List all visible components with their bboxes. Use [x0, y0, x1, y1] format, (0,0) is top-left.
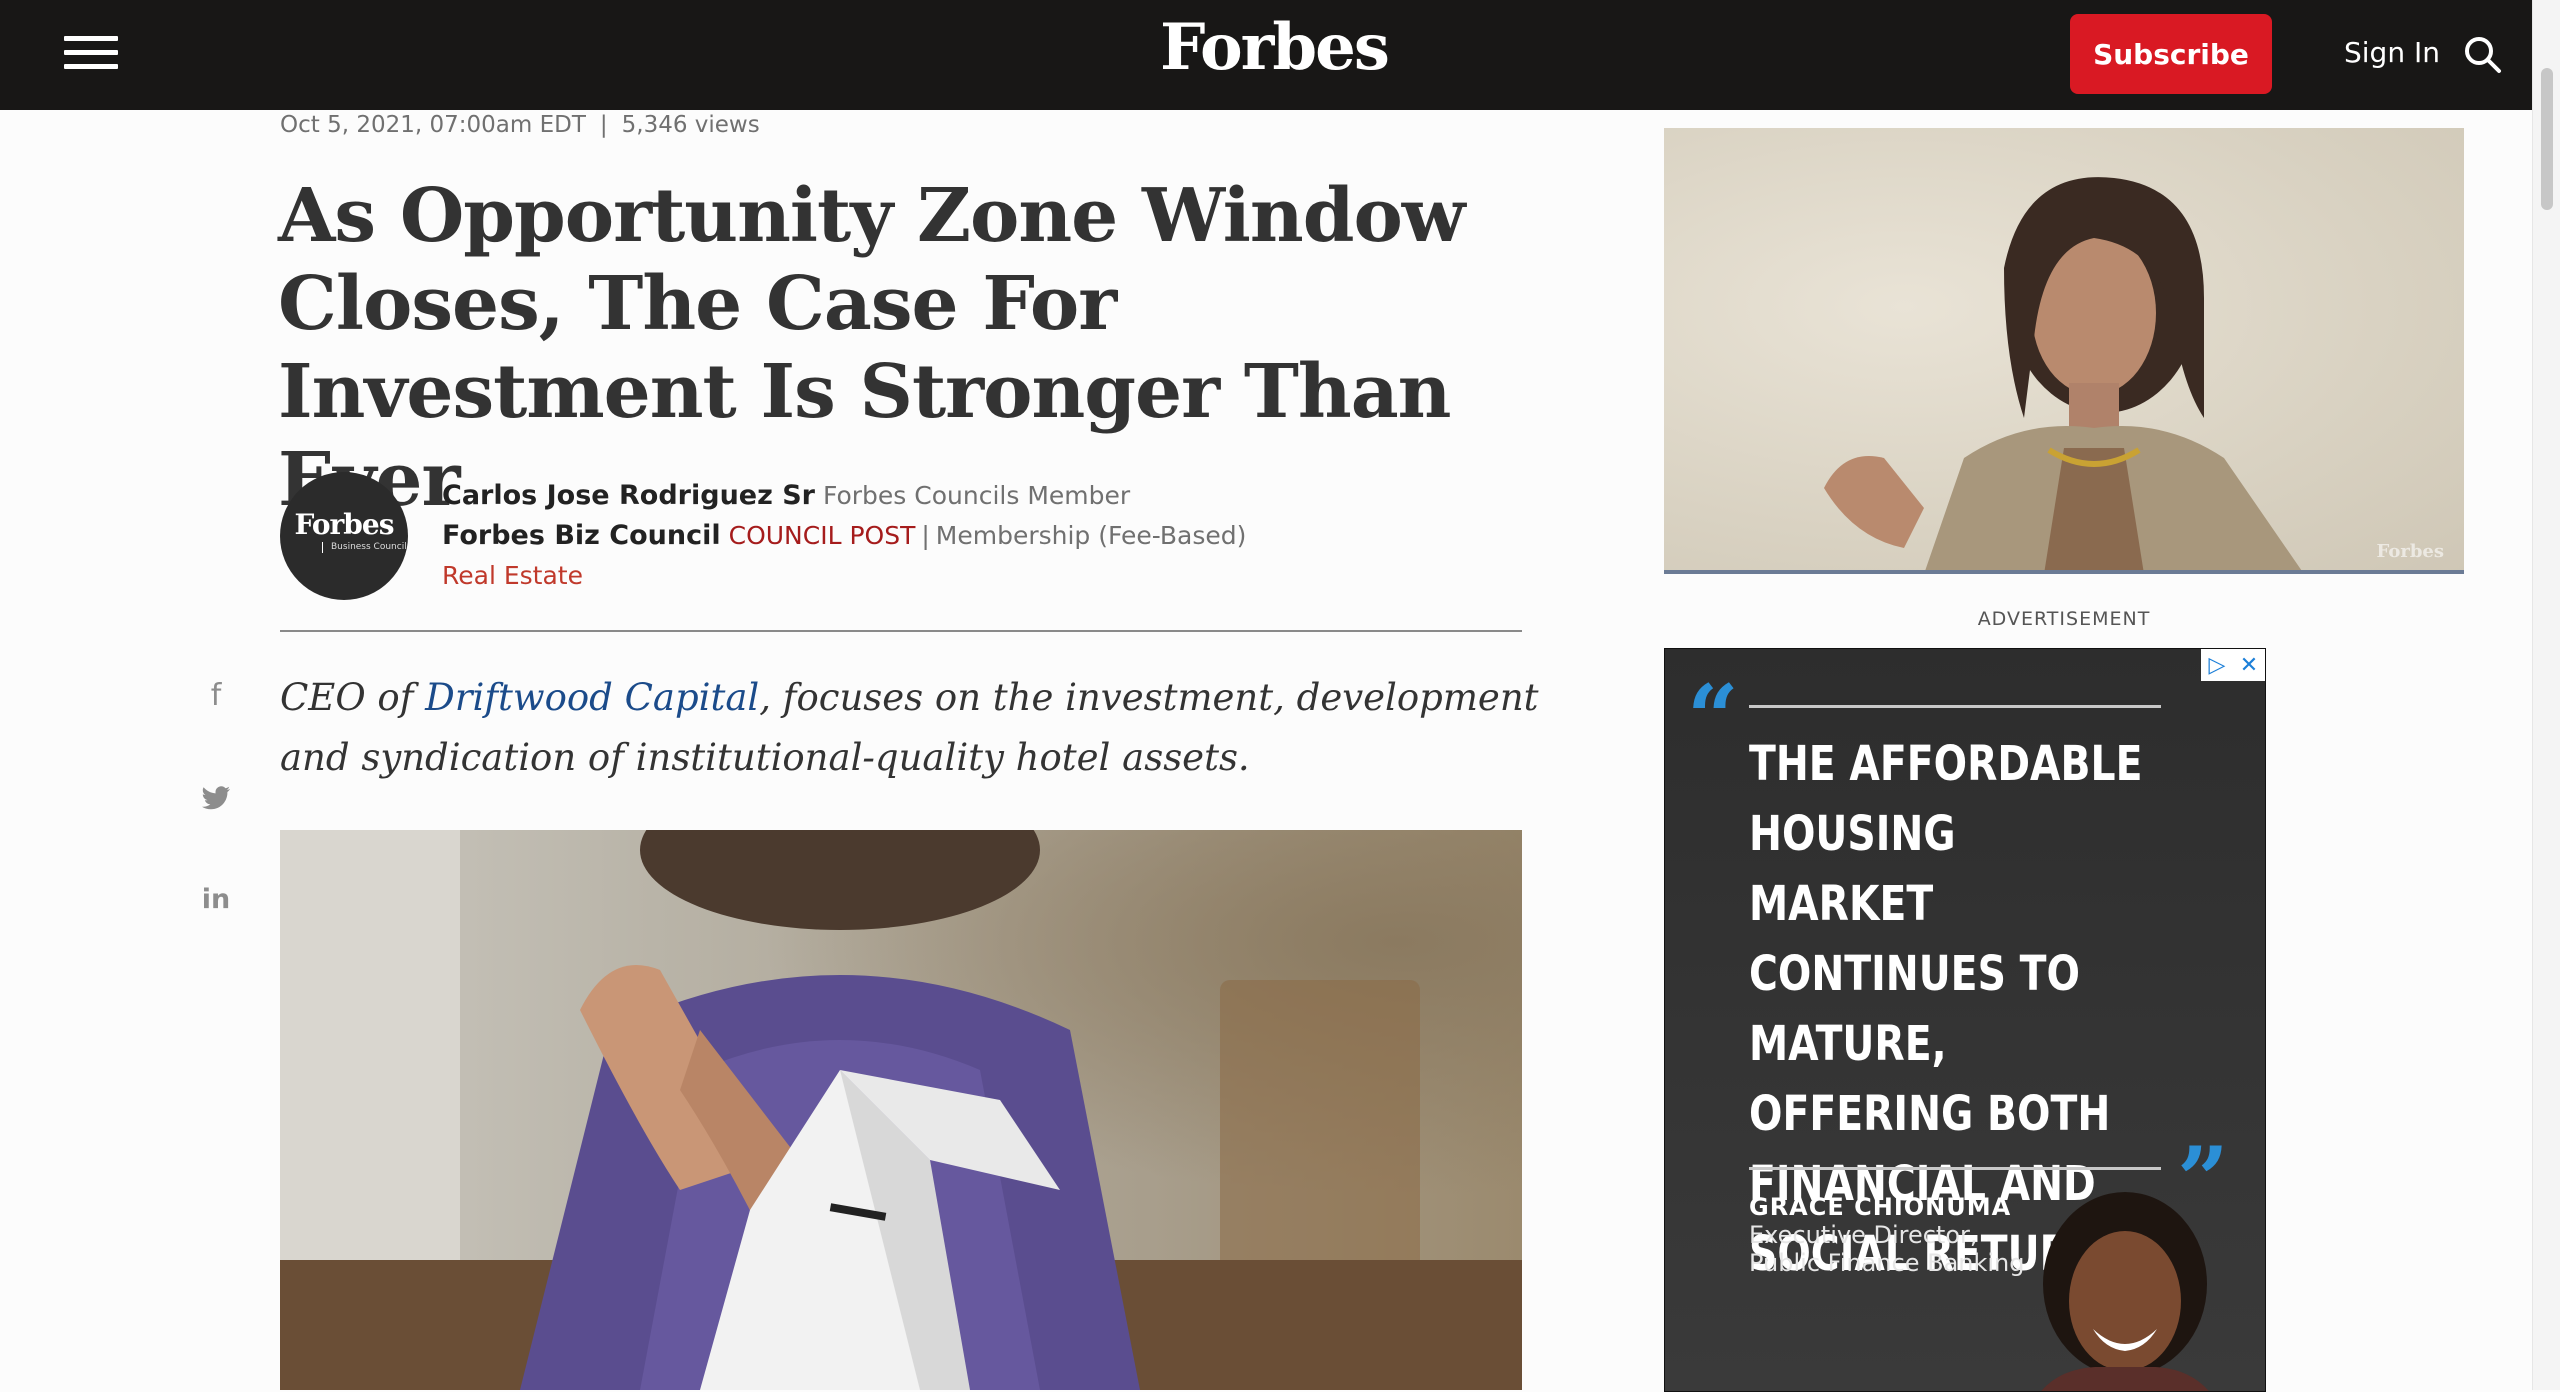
ad-person-photo [2041, 1192, 2209, 1391]
subscribe-button[interactable]: Subscribe [2070, 14, 2272, 94]
advertisement-label: ADVERTISEMENT [1977, 608, 2151, 630]
menu-icon[interactable] [64, 36, 118, 72]
ad-person-org: Public Finance Banking [1749, 1249, 2025, 1277]
hero-illustration [280, 830, 1522, 1390]
author-bio: CEO of Driftwood Capital, focuses on the… [280, 668, 1540, 788]
forbes-logo[interactable]: Forbes [1160, 10, 1390, 85]
twitter-share-icon[interactable] [200, 782, 232, 814]
ad-choices[interactable]: ▷ ✕ [2201, 649, 2265, 681]
avatar-subtext: Business Council [322, 542, 407, 553]
top-navigation-bar: Forbes Subscribe Sign In [0, 0, 2532, 110]
article-meta: Oct 5, 2021, 07:00am EDT | 5,346 views [280, 112, 760, 138]
author-name[interactable]: Carlos Jose Rodriguez Sr [442, 480, 815, 511]
ad-info-icon[interactable]: ▷ [2201, 649, 2233, 681]
page-scrollbar[interactable] [2532, 0, 2560, 1390]
facebook-share-icon[interactable]: f [200, 678, 232, 713]
council-post-badge: COUNCIL POST [728, 521, 916, 550]
ad-bottom-rule [1749, 1167, 2161, 1170]
byline-divider [280, 630, 1522, 632]
scrollbar-thumb[interactable] [2541, 68, 2553, 210]
author-role: Forbes Councils Member [822, 481, 1131, 510]
sign-in-link[interactable]: Sign In [2344, 36, 2440, 69]
video-progress-bar[interactable] [1664, 570, 2464, 574]
article-hero-image [280, 830, 1522, 1390]
driftwood-capital-link[interactable]: Driftwood Capital [425, 676, 759, 719]
ad-top-rule [1749, 705, 2161, 708]
membership-note: Membership (Fee-Based) [935, 521, 1247, 550]
video-frame [1824, 177, 2304, 574]
linkedin-share-icon[interactable]: in [200, 884, 232, 916]
byline-separator: | [921, 521, 930, 550]
video-player[interactable]: Forbes [1664, 128, 2464, 574]
video-watermark: Forbes [2376, 541, 2444, 562]
council-name[interactable]: Forbes Biz Council [442, 520, 721, 551]
ad-attribution: GRACE CHIONUMA Executive Director, Publi… [1749, 1193, 2025, 1277]
publish-date: Oct 5, 2021, 07:00am EDT [280, 112, 586, 138]
ad-close-icon[interactable]: ✕ [2233, 649, 2265, 681]
meta-separator: | [599, 112, 608, 138]
avatar-logo-text: Forbes [294, 508, 395, 541]
search-icon[interactable] [2462, 34, 2502, 74]
ad-person-name: GRACE CHIONUMA [1749, 1193, 2012, 1221]
bio-prefix: CEO of [280, 676, 426, 719]
category-link[interactable]: Real Estate [442, 561, 583, 590]
view-count: 5,346 views [621, 112, 760, 138]
author-byline: Carlos Jose Rodriguez Sr Forbes Councils … [442, 476, 1246, 596]
advertisement-banner[interactable]: ▷ ✕ “ THE AFFORDABLE HOUSING MARKET CONT… [1664, 648, 2266, 1392]
article-title: As Opportunity Zone Window Closes, The C… [278, 173, 1466, 523]
open-quote-icon: “ [1687, 665, 1739, 771]
ad-person-title: Executive Director, [1749, 1221, 1978, 1249]
author-avatar[interactable]: Forbes Business Council [280, 472, 408, 600]
